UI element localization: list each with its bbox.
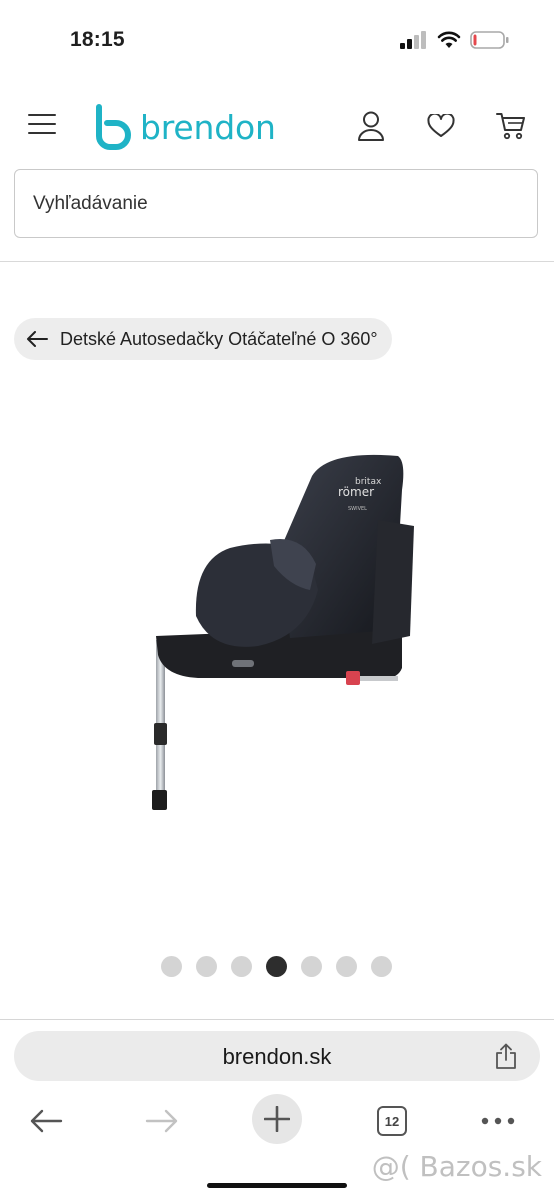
arrow-right-icon: [145, 1109, 178, 1133]
carousel-dot[interactable]: [161, 956, 182, 977]
wifi-icon: [437, 31, 461, 48]
carousel-dot[interactable]: [301, 956, 322, 977]
model-text: SWIVEL: [348, 506, 367, 512]
forward-button[interactable]: [140, 1098, 184, 1144]
tab-count: 12: [377, 1106, 407, 1136]
url-text: brendon.sk: [222, 1044, 332, 1069]
brendon-logo-icon: [96, 104, 131, 150]
menu-icon: [28, 114, 56, 116]
address-bar[interactable]: brendon.sk: [14, 1031, 540, 1081]
search-box[interactable]: [14, 169, 538, 238]
carousel-dot[interactable]: [266, 956, 287, 977]
wishlist-button[interactable]: [426, 110, 456, 142]
breadcrumb-label: Detské Autosedačky Otáčateľné O 360°: [60, 328, 378, 349]
carousel-dot[interactable]: [371, 956, 392, 977]
brand-text-2: römer: [338, 485, 374, 499]
carousel-dots: [161, 956, 392, 977]
signal-icon: [400, 31, 426, 49]
home-indicator: [207, 1183, 347, 1188]
search-input[interactable]: [15, 170, 537, 237]
more-icon: [481, 1117, 515, 1125]
more-button[interactable]: [480, 1098, 516, 1144]
cart-icon: [496, 113, 525, 140]
carousel-dot[interactable]: [231, 956, 252, 977]
breadcrumb-back[interactable]: Detské Autosedačky Otáčateľné O 360°: [14, 318, 392, 360]
arrow-left-icon: [30, 1109, 63, 1133]
header-divider: [0, 261, 554, 262]
plus-icon: [264, 1106, 290, 1132]
toolbar-divider: [0, 1019, 554, 1020]
menu-button[interactable]: [28, 114, 56, 136]
arrow-left-icon: [27, 331, 48, 347]
brand-logo[interactable]: brendon: [90, 104, 276, 150]
account-button[interactable]: [356, 110, 386, 142]
carousel-dot[interactable]: [196, 956, 217, 977]
back-button[interactable]: [24, 1098, 68, 1144]
carousel-dot[interactable]: [336, 956, 357, 977]
share-icon[interactable]: [494, 1043, 518, 1070]
battery-icon: [470, 31, 509, 49]
tabs-button[interactable]: 12: [376, 1098, 408, 1144]
logo-text: brendon: [140, 107, 276, 147]
status-icons: [400, 30, 510, 50]
watermark: @( Bazos.sk: [371, 1150, 542, 1183]
new-tab-button[interactable]: [252, 1094, 302, 1144]
user-icon: [358, 111, 384, 141]
heart-icon: [427, 114, 455, 137]
status-time: 18:15: [70, 28, 125, 51]
cart-button[interactable]: [496, 110, 526, 142]
product-image[interactable]: britax römer SWIVEL: [140, 440, 420, 870]
